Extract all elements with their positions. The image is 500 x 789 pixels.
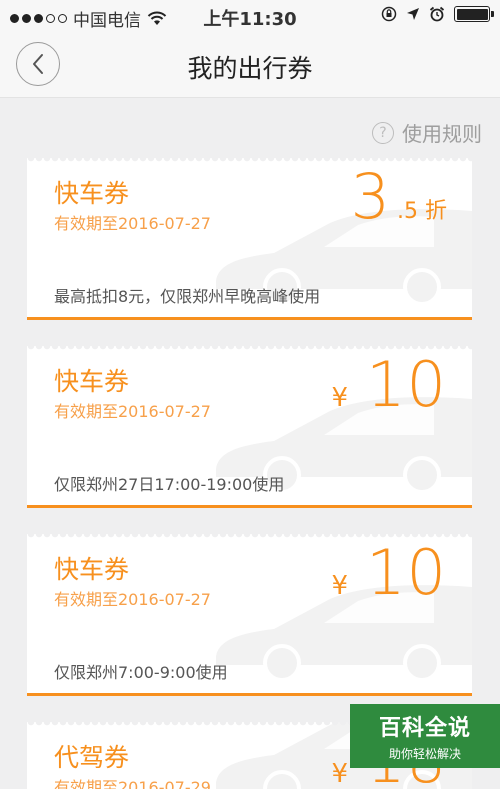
coupon-amount: 3 xyxy=(350,160,392,233)
coupon-note: 仅限郑州7:00-9:00使用 xyxy=(54,663,228,682)
nav-bar: 我的出行券 xyxy=(0,32,500,98)
status-right xyxy=(381,6,494,22)
coupon-value: 3.5 折 xyxy=(351,160,447,233)
usage-rules-link[interactable]: ? 使用规则 xyxy=(372,118,482,147)
currency-symbol: ¥ xyxy=(331,571,349,601)
coupon-note: 仅限郑州27日17:00-19:00使用 xyxy=(54,475,285,494)
alarm-icon xyxy=(429,6,445,22)
coupon-card[interactable]: 快车券有效期至2016-07-27 ¥10 仅限郑州27日17:00-19:00使用 xyxy=(27,346,472,508)
question-icon: ? xyxy=(372,121,394,144)
coupon-title: 快车券 xyxy=(54,555,130,584)
baike-watermark: 百科全说 助你轻松解决 xyxy=(350,704,500,768)
coupon-note: 最高抵扣8元，仅限郑州早晚高峰使用 xyxy=(54,287,321,306)
rotation-lock-icon xyxy=(381,6,397,22)
coupon-title: 代驾券 xyxy=(54,743,130,772)
coupon-expiry: 有效期至2016-07-27 xyxy=(54,402,211,421)
page-title: 我的出行券 xyxy=(187,54,313,83)
watermark-subtitle: 助你轻松解决 xyxy=(388,747,461,761)
coupon-amount: 10 xyxy=(366,536,447,609)
coupon-value: ¥10 xyxy=(332,536,447,609)
status-bar: 中国电信 上午11:30 xyxy=(0,0,500,32)
currency-symbol: ¥ xyxy=(331,383,349,413)
coupon-value: ¥10 xyxy=(332,348,447,421)
coupon-expiry: 有效期至2016-07-29 xyxy=(54,778,211,789)
coupon-expiry: 有效期至2016-07-27 xyxy=(54,590,211,609)
coupon-card[interactable]: 快车券有效期至2016-07-27 3.5 折最高抵扣8元，仅限郑州早晚高峰使用 xyxy=(27,158,472,320)
coupon-expiry: 有效期至2016-07-27 xyxy=(54,214,211,233)
location-icon xyxy=(407,8,419,20)
coupon-title: 快车券 xyxy=(54,367,130,396)
watermark-title: 百科全说 xyxy=(378,716,471,741)
battery-icon xyxy=(454,6,494,22)
coupon-title: 快车券 xyxy=(54,179,130,208)
coupon-amount-suffix: .5 折 xyxy=(397,199,447,224)
usage-rules-label: 使用规则 xyxy=(402,122,482,146)
coupon-amount: 10 xyxy=(366,348,447,421)
currency-symbol: ¥ xyxy=(331,759,349,789)
coupon-card[interactable]: 快车券有效期至2016-07-27 ¥10 仅限郑州7:00-9:00使用 xyxy=(27,534,472,696)
